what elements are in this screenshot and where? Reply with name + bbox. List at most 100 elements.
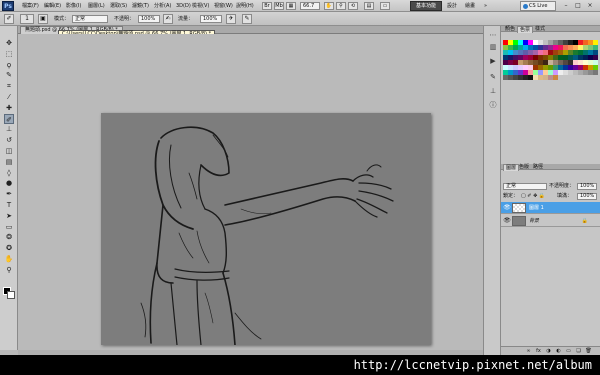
workspace-basic-button[interactable]: 基本功能 [410, 1, 442, 11]
watermark-bar: http://lccnetvip.pixnet.net/album [0, 355, 600, 375]
view-extras-icon[interactable]: ▦ [286, 2, 296, 10]
clone-stamp-tool-icon[interactable]: ⊥ [4, 124, 14, 134]
trash-icon[interactable]: 🗑 [585, 348, 592, 355]
crop-tool-icon[interactable]: ⌗ [4, 81, 14, 91]
fill-input[interactable]: 100% [577, 193, 597, 200]
move-tool-icon[interactable]: ✥ [4, 38, 14, 48]
photoshop-logo-icon[interactable]: Ps [2, 1, 14, 11]
folder-icon[interactable]: ▭ [565, 348, 572, 355]
background-color-swatch[interactable] [7, 291, 15, 299]
menu-file[interactable]: 檔案(F) [22, 2, 39, 10]
cs-live-button[interactable]: CS Live [520, 1, 556, 11]
visibility-eye-icon[interactable]: 👁 [503, 204, 511, 212]
menu-window[interactable]: 視窗(W) [214, 2, 233, 10]
bridge-icon[interactable]: Br [262, 2, 272, 10]
pressure-opacity-icon[interactable]: ✍ [163, 14, 173, 24]
pen-tool-icon[interactable]: ✒ [4, 189, 14, 199]
blend-mode-select[interactable]: 正常 [503, 183, 547, 190]
brush-panel-icon[interactable]: ▣ [38, 14, 48, 24]
flow-input[interactable]: 100% [200, 15, 222, 23]
minimize-button[interactable]: – [562, 2, 570, 10]
info-panel-icon[interactable]: ⓘ [488, 100, 498, 110]
close-button[interactable]: × [586, 2, 594, 10]
eraser-tool-icon[interactable]: ◫ [4, 146, 14, 156]
fx-icon[interactable]: fx [535, 348, 542, 355]
brush-preset-picker[interactable]: 1 [20, 14, 34, 24]
blur-tool-icon[interactable]: ◊ [4, 168, 14, 178]
color-swatch[interactable] [593, 70, 598, 75]
zoom-tool-icon[interactable]: ⚲ [4, 265, 14, 275]
eyedropper-tool-icon[interactable]: ⁄ [4, 92, 14, 102]
layer-name[interactable]: 圖層 1 [529, 204, 544, 212]
clone-source-panel-icon[interactable]: ⊥ [488, 86, 498, 96]
menu-analysis[interactable]: 分析(A) [154, 2, 171, 10]
new-layer-icon[interactable]: ❏ [575, 348, 582, 355]
tab-paths[interactable]: 路徑 [531, 164, 545, 171]
link-icon[interactable]: ∞ [525, 348, 532, 355]
layer-opacity-input[interactable]: 100% [577, 183, 597, 190]
path-select-tool-icon[interactable]: ➤ [4, 211, 14, 221]
menu-view[interactable]: 檢視(V) [192, 2, 209, 10]
healing-tool-icon[interactable]: ✚ [4, 103, 14, 113]
lasso-tool-icon[interactable]: ϙ [4, 60, 14, 70]
tab-swatches[interactable]: 色票 [517, 26, 534, 33]
workspace-design-button[interactable]: 設計 [447, 2, 457, 10]
visibility-eye-icon[interactable]: 👁 [503, 217, 511, 225]
tool-preset-icon[interactable]: ✐ [4, 14, 14, 24]
opacity-input[interactable]: 100% [138, 15, 160, 23]
pressure-size-icon[interactable]: ✎ [242, 14, 252, 24]
layer-thumbnail [512, 203, 526, 213]
brush-tool-icon[interactable]: ✐ [4, 113, 14, 124]
dodge-tool-icon[interactable]: ● [4, 178, 14, 188]
rotate-view-icon[interactable]: ⟲ [348, 2, 358, 10]
workspace-painting-button[interactable]: 繪畫 [465, 2, 475, 10]
hand-tool-icon[interactable]: ✋ [4, 254, 14, 264]
tools-panel: ✥ ⬚ ϙ ✎ ⌗ ⁄ ✚ ✐ ⊥ ↺ ◫ ▤ ◊ ● ✒ T ➤ ▭ ❂ ✪ ✋ ⚲ [0, 26, 18, 350]
airbrush-icon[interactable]: ✈ [226, 14, 236, 24]
adjustment-icon[interactable]: ◐ [555, 348, 562, 355]
menu-filter[interactable]: 濾鏡(T) [132, 2, 149, 10]
menu-3d[interactable]: 3D(D) [176, 2, 191, 10]
tab-channels[interactable]: 色版 [517, 164, 531, 171]
3d-rotate-tool-icon[interactable]: ❂ [4, 232, 14, 242]
mode-select[interactable]: 正常 [72, 15, 108, 23]
layer-row-background[interactable]: 👁 背景 🔒 [501, 215, 600, 227]
menu-image[interactable]: 影像(I) [66, 2, 81, 10]
workspace-more-button[interactable]: » [484, 2, 487, 10]
fill-label: 填滿： [557, 193, 573, 199]
dock-grip-icon[interactable]: ⋯ [488, 30, 498, 40]
menu-select[interactable]: 選取(S) [110, 2, 127, 10]
history-panel-icon[interactable]: ▥ [488, 42, 498, 52]
shape-tool-icon[interactable]: ▭ [4, 222, 14, 232]
actions-panel-icon[interactable]: ▶ [488, 56, 498, 66]
tab-styles[interactable]: 樣式 [533, 26, 547, 33]
mask-icon[interactable]: ◑ [545, 348, 552, 355]
brush-presets-panel-icon[interactable]: ✎ [488, 72, 498, 82]
maximize-button[interactable]: □ [574, 2, 582, 10]
right-panels: 顏色 色票 樣式 圖層 色版 路徑 正常 不透明度： 100% 鎖定： ▢ ✐ … [501, 26, 600, 355]
brush-size-value: 1 [25, 15, 29, 22]
menu-help[interactable]: 說明(H) [236, 2, 254, 10]
quick-select-tool-icon[interactable]: ✎ [4, 70, 14, 80]
color-swatch[interactable] [553, 75, 558, 80]
layer-name[interactable]: 背景 [529, 217, 539, 225]
mini-bridge-icon[interactable]: Mb [274, 2, 284, 10]
tab-color[interactable]: 顏色 [503, 26, 517, 33]
layer-row-layer1[interactable]: 👁 圖層 1 [501, 202, 600, 214]
menu-layer[interactable]: 圖層(L) [88, 2, 105, 10]
type-tool-icon[interactable]: T [4, 200, 14, 210]
hand-shortcut-icon[interactable]: ✋ [324, 2, 334, 10]
lock-options-icon[interactable]: ▢ ✐ ✥ 🔒 [521, 192, 545, 200]
history-brush-tool-icon[interactable]: ↺ [4, 135, 14, 145]
marquee-tool-icon[interactable]: ⬚ [4, 49, 14, 59]
layer-opacity-label: 不透明度： [549, 183, 575, 189]
screen-mode-icon[interactable]: ▭ [380, 2, 390, 10]
lock-icon: 🔒 [581, 218, 588, 224]
zoom-select[interactable]: 66.7 [300, 2, 320, 10]
gradient-tool-icon[interactable]: ▤ [4, 157, 14, 167]
menu-edit[interactable]: 編輯(E) [44, 2, 61, 10]
document-canvas[interactable] [101, 113, 431, 346]
3d-camera-tool-icon[interactable]: ✪ [4, 243, 14, 253]
zoom-shortcut-icon[interactable]: ⚲ [336, 2, 346, 10]
arrange-documents-icon[interactable]: ▤ [364, 2, 374, 10]
